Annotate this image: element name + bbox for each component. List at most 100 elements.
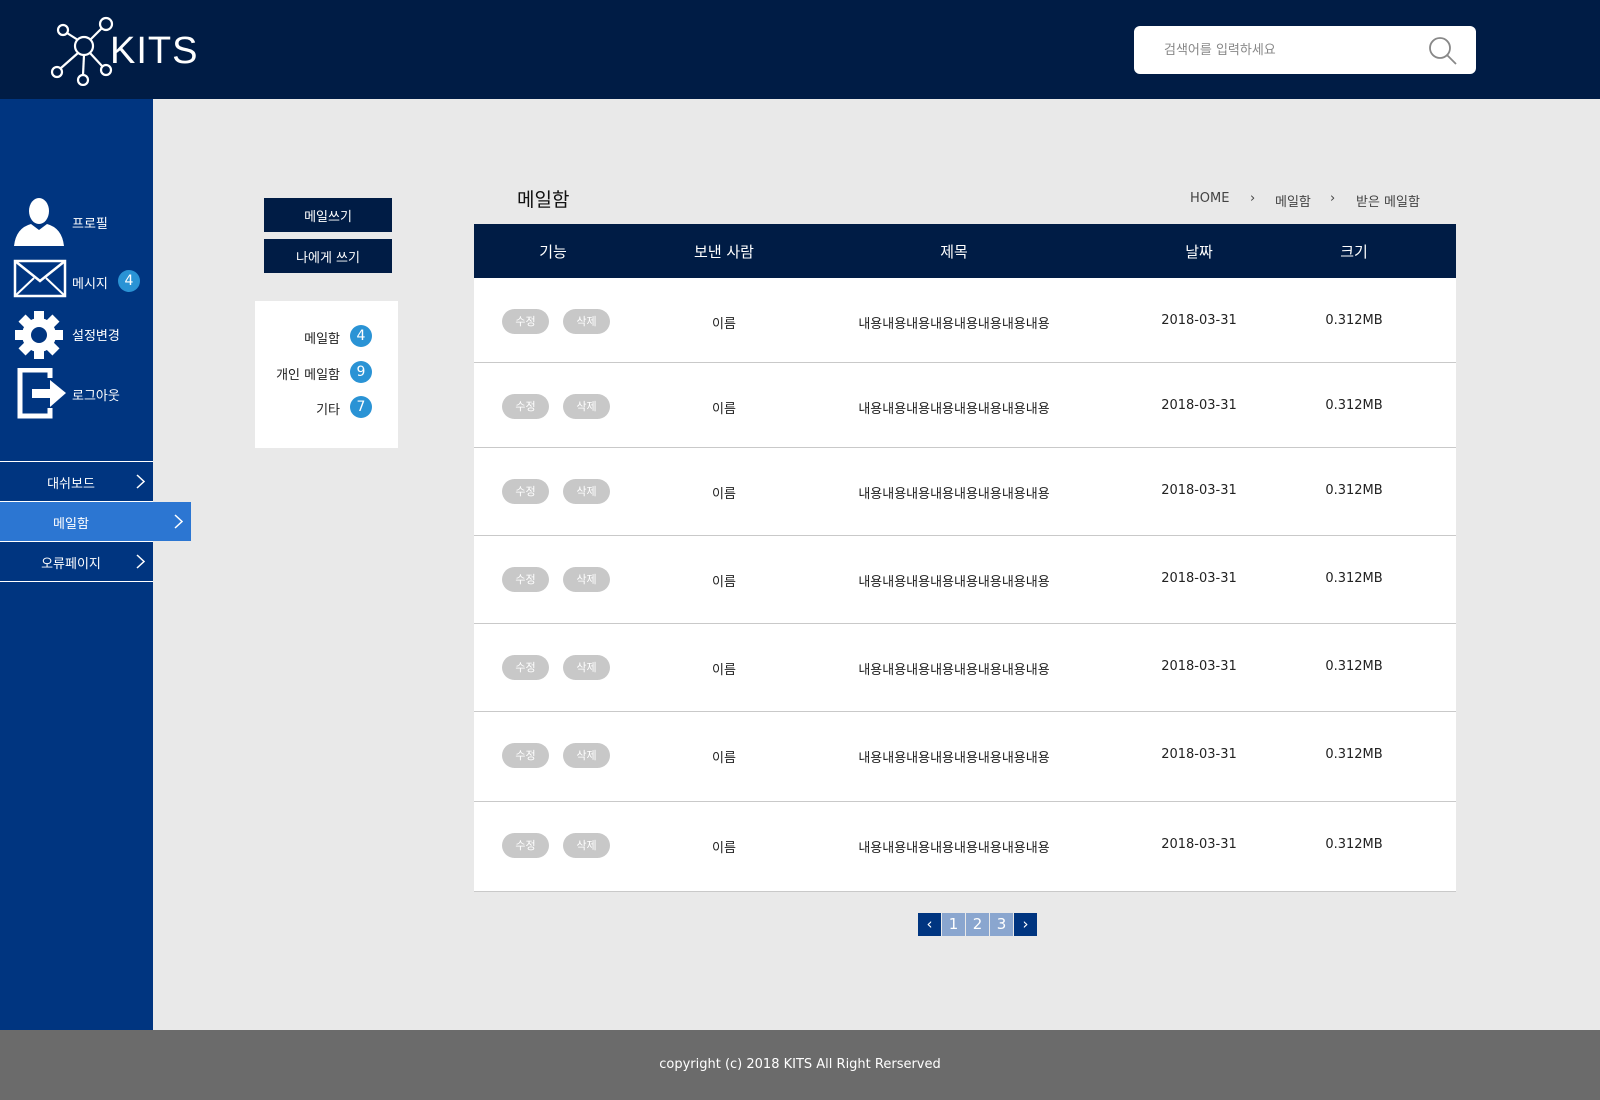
search-input[interactable]: [1164, 38, 1414, 62]
breadcrumb-inbox: 받은 메일함: [1356, 195, 1420, 210]
delete-button[interactable]: 삭제: [563, 743, 610, 768]
envelope-icon: [13, 259, 67, 298]
size-cell: 0.312MB: [1325, 313, 1383, 328]
date-cell: 2018-03-31: [1161, 571, 1237, 586]
edit-button[interactable]: 수정: [502, 394, 549, 419]
sender-cell: 이름: [712, 487, 736, 502]
mailbox-item[interactable]: 기타 7: [255, 395, 398, 419]
sender-cell: 이름: [712, 751, 736, 766]
write-to-self-button[interactable]: 나에게 쓰기: [264, 239, 392, 273]
nav-item-label: 메일함: [53, 517, 89, 532]
date-cell: 2018-03-31: [1161, 398, 1237, 413]
delete-button[interactable]: 삭제: [563, 655, 610, 680]
size-cell: 0.312MB: [1325, 398, 1383, 413]
sidebar-item-label: 로그아웃: [72, 389, 120, 404]
delete-button[interactable]: 삭제: [563, 833, 610, 858]
top-header: KITS: [0, 0, 1600, 99]
footer: copyright (c) 2018 KITS All Right Rerser…: [0, 1030, 1600, 1100]
mailbox-label: 메일함: [304, 332, 340, 347]
subject-cell[interactable]: 내용내용내용내용내용내용내용내용: [844, 313, 1064, 332]
subject-cell[interactable]: 내용내용내용내용내용내용내용내용: [844, 483, 1064, 502]
edit-button[interactable]: 수정: [502, 309, 549, 334]
table-row[interactable]: 수정 삭제 이름 내용내용내용내용내용내용내용내용 2018-03-31 0.312MB: [474, 278, 1456, 363]
chevron-right-icon: ›: [1330, 191, 1336, 206]
breadcrumb-mailbox[interactable]: 메일함: [1275, 191, 1311, 210]
gear-icon: [15, 311, 63, 359]
page-title: 메일함: [517, 189, 570, 211]
edit-button[interactable]: 수정: [502, 567, 549, 592]
size-cell: 0.312MB: [1325, 483, 1383, 498]
breadcrumb: HOME › 메일함 › 받은 메일함: [1190, 191, 1430, 211]
delete-button[interactable]: 삭제: [563, 394, 610, 419]
mailbox-count-badge: 9: [350, 361, 372, 383]
subject-cell[interactable]: 내용내용내용내용내용내용내용내용: [844, 398, 1064, 417]
search-icon[interactable]: [1428, 36, 1458, 66]
mail-table: 기능 보낸 사람 제목 날짜 크기 수정 삭제 이름 내용내용내용내용내용내용내용내용…: [474, 224, 1456, 892]
size-cell: 0.312MB: [1325, 837, 1383, 852]
sidebar-item-profile[interactable]: 프로필: [12, 196, 147, 248]
page-button[interactable]: 2: [966, 913, 989, 936]
sender-cell: 이름: [712, 402, 736, 417]
subject-cell[interactable]: 내용내용내용내용내용내용내용내용: [844, 837, 1064, 856]
sidebar-item-settings[interactable]: 설정변경: [12, 308, 147, 360]
mailbox-count-badge: 7: [350, 396, 372, 418]
nav-item-dashboard[interactable]: 대쉬보드: [0, 462, 153, 501]
page-button[interactable]: 3: [990, 913, 1013, 936]
edit-button[interactable]: 수정: [502, 479, 549, 504]
sidebar: 프로필 메시지 4 설정변경 로그아웃 대쉬보드 메일함 오류페이지: [0, 99, 191, 1030]
edit-button[interactable]: 수정: [502, 743, 549, 768]
column-header: 보낸 사람: [694, 243, 754, 261]
mailbox-list: 메일함 4 개인 메일함 9 기타 7: [255, 301, 398, 448]
date-cell: 2018-03-31: [1161, 313, 1237, 328]
logo-text: KITS: [110, 30, 199, 72]
mailbox-item[interactable]: 개인 메일함 9: [255, 360, 398, 384]
date-cell: 2018-03-31: [1161, 747, 1237, 762]
date-cell: 2018-03-31: [1161, 483, 1237, 498]
sender-cell: 이름: [712, 575, 736, 590]
message-count-badge: 4: [118, 270, 140, 292]
column-header: 날짜: [1185, 243, 1213, 261]
user-icon: [14, 198, 64, 246]
delete-button[interactable]: 삭제: [563, 309, 610, 334]
sender-cell: 이름: [712, 841, 736, 856]
copyright-text: copyright (c) 2018 KITS All Right Rerser…: [659, 1057, 941, 1072]
next-page-icon[interactable]: ›: [1014, 913, 1037, 936]
nav-divider: [0, 581, 153, 582]
chevron-right-icon: ›: [1250, 191, 1256, 206]
sidebar-item-label: 메시지: [72, 277, 108, 292]
table-header: 기능 보낸 사람 제목 날짜 크기: [474, 224, 1456, 278]
table-row[interactable]: 수정 삭제 이름 내용내용내용내용내용내용내용내용 2018-03-31 0.312MB: [474, 712, 1456, 802]
prev-page-icon[interactable]: ‹: [918, 913, 941, 936]
chevron-right-icon: [136, 474, 145, 489]
table-row[interactable]: 수정 삭제 이름 내용내용내용내용내용내용내용내용 2018-03-31 0.312MB: [474, 802, 1456, 892]
table-row[interactable]: 수정 삭제 이름 내용내용내용내용내용내용내용내용 2018-03-31 0.312MB: [474, 448, 1456, 536]
date-cell: 2018-03-31: [1161, 659, 1237, 674]
edit-button[interactable]: 수정: [502, 655, 549, 680]
sender-cell: 이름: [712, 317, 736, 332]
sidebar-item-label: 프로필: [72, 217, 108, 232]
compose-button[interactable]: 메일쓰기: [264, 198, 392, 232]
search-box: [1134, 26, 1476, 74]
size-cell: 0.312MB: [1325, 571, 1383, 586]
edit-button[interactable]: 수정: [502, 833, 549, 858]
subject-cell[interactable]: 내용내용내용내용내용내용내용내용: [844, 659, 1064, 678]
table-row[interactable]: 수정 삭제 이름 내용내용내용내용내용내용내용내용 2018-03-31 0.312MB: [474, 624, 1456, 712]
delete-button[interactable]: 삭제: [563, 567, 610, 592]
page-button[interactable]: 1: [942, 913, 965, 936]
table-row[interactable]: 수정 삭제 이름 내용내용내용내용내용내용내용내용 2018-03-31 0.312MB: [474, 363, 1456, 448]
delete-button[interactable]: 삭제: [563, 479, 610, 504]
sidebar-item-messages[interactable]: 메시지 4: [12, 256, 147, 308]
breadcrumb-home[interactable]: HOME: [1190, 191, 1229, 206]
nav-item-label: 오류페이지: [41, 557, 101, 572]
mailbox-label: 개인 메일함: [276, 368, 340, 383]
subject-cell[interactable]: 내용내용내용내용내용내용내용내용: [844, 747, 1064, 766]
table-body: 수정 삭제 이름 내용내용내용내용내용내용내용내용 2018-03-31 0.312MB 수…: [474, 278, 1456, 892]
chevron-right-icon: [174, 514, 183, 529]
mailbox-item[interactable]: 메일함 4: [255, 324, 398, 348]
sidebar-item-logout[interactable]: 로그아웃: [12, 368, 147, 420]
logout-icon: [17, 368, 66, 419]
subject-cell[interactable]: 내용내용내용내용내용내용내용내용: [844, 571, 1064, 590]
table-row[interactable]: 수정 삭제 이름 내용내용내용내용내용내용내용내용 2018-03-31 0.312MB: [474, 536, 1456, 624]
nav-item-error-page[interactable]: 오류페이지: [0, 542, 153, 581]
nav-item-mailbox[interactable]: 메일함: [0, 502, 191, 541]
